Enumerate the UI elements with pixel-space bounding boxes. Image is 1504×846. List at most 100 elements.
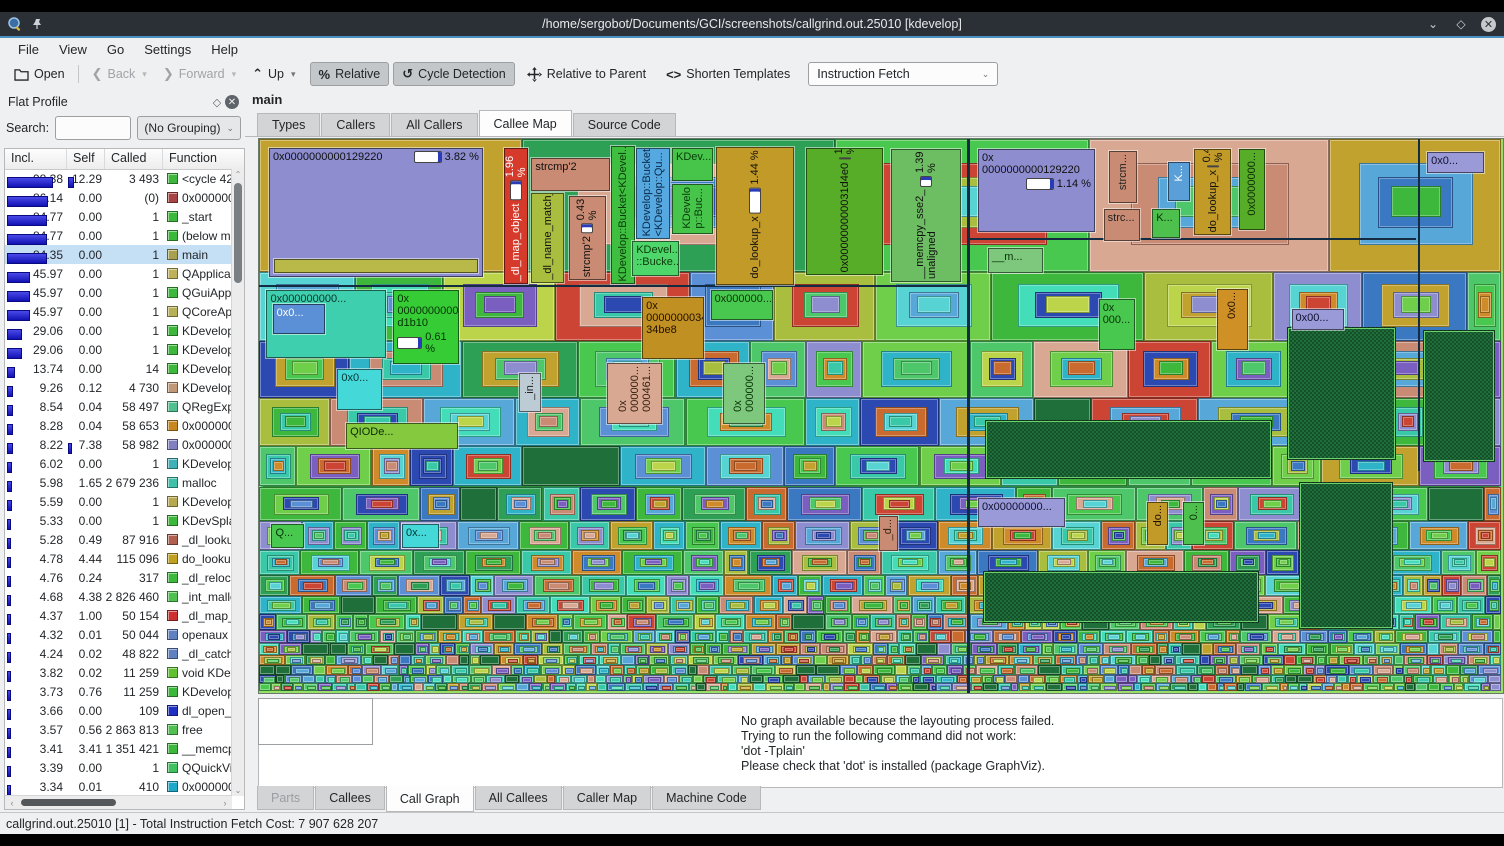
dock-close-icon[interactable]: ✕ <box>225 95 239 109</box>
table-row[interactable]: 45.970.001QGuiApplic <box>5 283 232 302</box>
forward-button[interactable]: ❯ Forward▾ <box>155 63 244 85</box>
treemap-block[interactable]: 0x00... <box>1292 309 1344 330</box>
treemap-block[interactable]: 0x 000000... 000461... <box>607 363 662 424</box>
menu-item-settings[interactable]: Settings <box>134 40 201 59</box>
tab-all-callees[interactable]: All Callees <box>475 786 562 810</box>
column-header[interactable]: Function <box>163 149 244 169</box>
table-row[interactable]: 5.981.652 679 236malloc <box>5 473 232 492</box>
treemap-block[interactable]: __memcpy_sse2_ unaligned1.39 % <box>891 149 961 282</box>
menu-item-file[interactable]: File <box>8 40 49 59</box>
table-row[interactable]: 84.770.001_start <box>5 207 232 226</box>
column-header[interactable]: Incl. <box>5 149 67 169</box>
search-input[interactable] <box>55 116 131 140</box>
tab-types[interactable]: Types <box>257 113 320 136</box>
event-type-select[interactable]: Instruction Fetch ⌄ <box>808 62 998 86</box>
table-row[interactable]: 98.3812.293 493<cycle 42> <box>5 169 232 188</box>
treemap-dark-region[interactable] <box>1423 330 1495 462</box>
table-row[interactable]: 3.390.001QQuickVie <box>5 758 232 777</box>
tab-callees[interactable]: Callees <box>315 786 385 810</box>
treemap-block[interactable]: _dl_name_match_p1.04 % <box>531 193 563 283</box>
table-row[interactable]: 3.570.562 863 813free <box>5 720 232 739</box>
table-row[interactable]: 6.020.001KDevelop:: <box>5 454 232 473</box>
treemap-block[interactable]: 0x 000... <box>1099 299 1135 350</box>
scroll-right-icon[interactable]: › <box>218 798 232 808</box>
scroll-up-icon[interactable]: ⌃ <box>232 170 244 179</box>
table-row[interactable]: 4.784.44115 096do_lookup <box>5 549 232 568</box>
treemap-block[interactable]: 0x0... <box>1427 152 1484 173</box>
table-row[interactable]: 8.227.3858 9820x00000000 <box>5 435 232 454</box>
treemap-block[interactable]: 0x 00000000002 d1b100.61 % <box>393 290 459 364</box>
treemap-block[interactable]: __m... <box>988 248 1043 273</box>
relative-to-parent-toggle[interactable]: Relative to Parent <box>519 63 654 85</box>
treemap-block[interactable]: 0x00000000001292203.82 % <box>269 148 483 277</box>
tab-parts[interactable]: Parts <box>257 786 314 810</box>
treemap-dark-region[interactable] <box>1287 327 1396 459</box>
treemap-block[interactable]: 0x... <box>402 524 439 548</box>
treemap-block[interactable] <box>274 259 478 273</box>
relative-toggle[interactable]: % Relative <box>310 62 390 86</box>
table-row[interactable]: 8.540.0458 497QRegExp:: <box>5 397 232 416</box>
treemap-block[interactable]: 0x0... <box>273 304 325 334</box>
scroll-down-icon[interactable]: ⌄ <box>232 786 244 795</box>
table-row[interactable]: 3.730.7611 259KDevelop:: <box>5 682 232 701</box>
treemap-block[interactable]: KDevel... ::Bucke... <box>632 241 679 275</box>
table-row[interactable]: 84.350.001main <box>5 245 232 264</box>
table-row[interactable]: 3.660.00109dl_open_w <box>5 701 232 720</box>
pin-icon[interactable] <box>31 18 43 30</box>
treemap-block[interactable]: strcm... <box>1109 151 1138 203</box>
treemap-block[interactable]: 0x 00000000001292201.14 % <box>978 149 1095 232</box>
treemap-dark-region[interactable] <box>985 420 1272 479</box>
treemap-block[interactable]: 0x000000000031d4e01.28 % <box>806 148 883 275</box>
treemap-dark-region[interactable] <box>1299 482 1393 628</box>
tab-call-graph[interactable]: Call Graph <box>386 786 474 812</box>
treemap-block[interactable]: _dl_map_object1.96 % <box>504 148 528 284</box>
treemap-block[interactable]: _d... <box>879 516 899 551</box>
treemap-dark-region[interactable] <box>983 571 1259 623</box>
shorten-templates-toggle[interactable]: <> Shorten Templates <box>658 63 798 85</box>
table-row[interactable]: 5.280.4987 916_dl_lookup <box>5 530 232 549</box>
vertical-scrollbar[interactable]: ⌃ ⌄ <box>231 169 244 796</box>
tab-all-callers[interactable]: All Callers <box>391 113 477 136</box>
table-row[interactable]: 4.320.0150 044openaux <box>5 625 232 644</box>
table-row[interactable]: 4.240.0248 822_dl_catch_ <box>5 644 232 663</box>
treemap-block[interactable]: 0x 00000000340 34be8 <box>642 297 704 359</box>
treemap-block[interactable]: KDevelop::Bucket <KDevelop::Qu... <box>636 148 670 239</box>
table-row[interactable]: 3.820.0211 259void KDeve <box>5 663 232 682</box>
table-row[interactable]: 4.684.382 826 460_int_malloc <box>5 587 232 606</box>
treemap-block[interactable]: KDevelo p::Buc... <box>672 184 713 234</box>
cycle-detection-toggle[interactable]: ↺ Cycle Detection <box>393 62 514 86</box>
table-row[interactable]: 3.413.411 351 421__memcpy <box>5 739 232 758</box>
treemap-block[interactable]: 0x0... <box>1217 289 1248 350</box>
table-row[interactable]: 84.770.001(below mai <box>5 226 232 245</box>
treemap-block[interactable]: KDevelop::Bucket<KDevel... <box>611 146 635 285</box>
table-row[interactable]: 29.060.001KDevelop:: <box>5 340 232 359</box>
callee-treemap[interactable]: 0x00000000001292203.82 % _dl_map_object1.… <box>258 138 1504 694</box>
treemap-block[interactable]: K... <box>1152 209 1179 238</box>
treemap-block[interactable]: strcmp'2 <box>531 158 609 191</box>
treemap-block[interactable]: strcmp'20.43 % <box>569 196 606 280</box>
menu-item-help[interactable]: Help <box>201 40 248 59</box>
maximize-icon[interactable]: ◇ <box>1453 16 1469 32</box>
tab-callee-map[interactable]: Callee Map <box>479 110 572 136</box>
horizontal-scrollbar[interactable]: ‹ › <box>5 795 232 809</box>
table-row[interactable]: 5.590.001KDevelop:: <box>5 492 232 511</box>
tab-caller-map[interactable]: Caller Map <box>563 786 651 810</box>
minimize-icon[interactable]: ⌄ <box>1425 16 1441 32</box>
menu-item-view[interactable]: View <box>49 40 97 59</box>
float-icon[interactable]: ◇ <box>209 94 225 110</box>
open-button[interactable]: Open <box>6 63 73 85</box>
treemap-block[interactable]: QIODe... <box>346 423 458 448</box>
table-row[interactable]: 29.060.001KDevelop:: <box>5 321 232 340</box>
menu-item-go[interactable]: Go <box>97 40 134 59</box>
close-icon[interactable]: ✕ <box>1481 17 1496 32</box>
treemap-block[interactable]: do... <box>1147 502 1168 544</box>
table-row[interactable]: 4.371.0050 154_dl_map_o <box>5 606 232 625</box>
treemap-block[interactable]: 0x0... <box>337 369 382 410</box>
treemap-block[interactable]: K... <box>1168 162 1189 201</box>
grouping-select[interactable]: (No Grouping) ⌄ <box>137 116 241 140</box>
column-header[interactable]: Self <box>67 149 105 169</box>
treemap-block[interactable]: 0... <box>1183 502 1204 544</box>
treemap-block[interactable]: 0x0000000... <box>1239 149 1265 230</box>
treemap-block[interactable]: _in... <box>519 373 541 412</box>
treemap-block[interactable]: KDev... <box>672 148 713 181</box>
